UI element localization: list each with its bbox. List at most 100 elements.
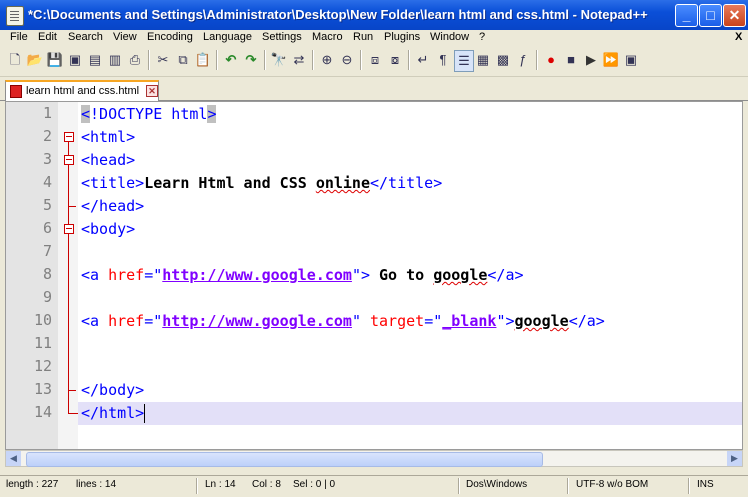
menu-encoding[interactable]: Encoding <box>147 31 193 43</box>
stop-macro-icon[interactable]: ■ <box>562 50 580 70</box>
link-text: Go to <box>370 266 434 284</box>
redo-icon[interactable]: ↷ <box>242 50 260 70</box>
horizontal-scrollbar[interactable]: ◀ ▶ <box>5 450 743 467</box>
record-macro-icon[interactable]: ● <box>542 50 560 70</box>
open-file-icon[interactable]: 📂 <box>26 50 44 70</box>
menu-macro[interactable]: Macro <box>312 31 343 43</box>
menu-run[interactable]: Run <box>353 31 373 43</box>
line-number-gutter: 1 2 3 4 5 6 7 8 9 10 11 12 13 14 <box>6 102 58 449</box>
attr-value-link[interactable]: http://www.google.com <box>162 312 352 330</box>
close-document-x[interactable]: X <box>735 31 742 43</box>
find-icon[interactable]: 🔭 <box>270 50 288 70</box>
menu-file[interactable]: File <box>10 31 28 43</box>
status-length: length : 227 <box>6 479 59 490</box>
save-icon[interactable]: 💾 <box>46 50 64 70</box>
line-number: 14 <box>33 403 52 421</box>
save-all-icon[interactable]: ▣ <box>66 50 84 70</box>
status-lines: lines : 14 <box>76 479 117 490</box>
attr-name: target <box>370 312 425 330</box>
line-number: 2 <box>42 127 52 145</box>
code-line-4: <title>Learn Html and CSS online</title> <box>81 172 442 195</box>
close-file-icon[interactable]: ▤ <box>86 50 104 70</box>
spellcheck-word: online <box>315 174 370 192</box>
copy-icon[interactable]: ⧉ <box>174 50 192 70</box>
toolbar-separator <box>312 50 314 70</box>
title-text: Learn Html and CSS <box>144 174 316 192</box>
tab-close-icon[interactable]: ✕ <box>146 85 158 97</box>
save-macro-icon[interactable]: ▣ <box>622 50 640 70</box>
attr-quote: "> <box>351 266 370 284</box>
zoom-in-icon[interactable]: ⊕ <box>318 50 336 70</box>
code-line-13: </body> <box>81 379 144 402</box>
play-macro-icon[interactable]: ▶ <box>582 50 600 70</box>
line-number: 7 <box>42 242 52 260</box>
fold-end-tick <box>68 390 76 391</box>
indent-guide-icon[interactable]: ☰ <box>454 50 474 72</box>
tag-text: <a <box>81 266 109 284</box>
show-all-chars-icon[interactable]: ¶ <box>434 50 452 70</box>
menu-settings[interactable]: Settings <box>262 31 302 43</box>
maximize-button[interactable]: □ <box>699 4 722 27</box>
code-line-5: </head> <box>81 195 144 218</box>
line-number: 10 <box>33 311 52 329</box>
status-eol: Dos\Windows <box>466 479 528 490</box>
editor-area[interactable]: 1 2 3 4 5 6 7 8 9 10 11 12 13 14 <!DOCTY… <box>5 101 743 450</box>
window-title: *C:\Documents and Settings\Administrator… <box>28 7 648 22</box>
notepadpp-window: *C:\Documents and Settings\Administrator… <box>0 0 748 497</box>
tag-text: </body> <box>81 381 145 399</box>
scroll-right-icon[interactable]: ▶ <box>727 451 742 466</box>
menu-help[interactable]: ? <box>479 31 485 43</box>
menu-plugins[interactable]: Plugins <box>384 31 420 43</box>
tab-learn-html-and-css[interactable]: learn html and css.html ✕ <box>5 80 159 101</box>
word-wrap-icon[interactable]: ↵ <box>414 50 432 70</box>
current-line-highlight <box>78 402 742 425</box>
new-file-icon[interactable]: 🗋 <box>6 50 24 70</box>
attr-name: href <box>108 312 145 330</box>
code-line-8: <a href="http://www.google.com"> Go to g… <box>81 264 524 287</box>
scroll-left-icon[interactable]: ◀ <box>6 451 21 466</box>
code-line-10: <a href="http://www.google.com" target="… <box>81 310 605 333</box>
attr-value-link[interactable]: http://www.google.com <box>162 266 352 284</box>
toolbar-separator <box>148 50 150 70</box>
cut-icon[interactable]: ✂ <box>154 50 172 70</box>
line-number: 9 <box>42 288 52 306</box>
minimize-button[interactable]: _ <box>675 4 698 27</box>
run-macro-multiple-icon[interactable]: ⏩ <box>602 50 620 70</box>
unsaved-file-icon <box>10 85 22 98</box>
status-separator <box>458 478 460 494</box>
print-icon[interactable]: ⎙ <box>126 50 144 70</box>
attr-quote: "> <box>496 312 515 330</box>
zoom-out-icon[interactable]: ⊖ <box>338 50 356 70</box>
doc-map-icon[interactable]: ▩ <box>494 50 512 70</box>
line-number: 4 <box>42 173 52 191</box>
replace-icon[interactable]: ⇄ <box>290 50 308 70</box>
menu-window[interactable]: Window <box>430 31 469 43</box>
spellcheck-word: google <box>514 312 569 330</box>
menu-edit[interactable]: Edit <box>38 31 57 43</box>
sync-vertical-icon[interactable]: ⧈ <box>366 50 384 70</box>
close-button[interactable]: ✕ <box>723 4 746 27</box>
close-all-icon[interactable]: ▥ <box>106 50 124 70</box>
scrollbar-thumb[interactable] <box>26 452 543 467</box>
status-ln: Ln : 14 <box>205 479 236 490</box>
fold-collapse-html-icon[interactable] <box>64 132 74 142</box>
menu-search[interactable]: Search <box>68 31 103 43</box>
user-language-icon[interactable]: ▦ <box>474 50 492 70</box>
toolbar: 🗋 📂 💾 ▣ ▤ ▥ ⎙ ✂ ⧉ 📋 ↶ ↷ 🔭 ⇄ ⊕ ⊖ ⧈ ⧇ ↵ ¶ … <box>0 46 748 77</box>
paste-icon[interactable]: 📋 <box>194 50 212 70</box>
menu-language[interactable]: Language <box>203 31 252 43</box>
fold-collapse-head-icon[interactable] <box>64 155 74 165</box>
undo-icon[interactable]: ↶ <box>222 50 240 70</box>
tag-text: <a <box>81 312 109 330</box>
sync-horizontal-icon[interactable]: ⧇ <box>386 50 404 70</box>
menu-view[interactable]: View <box>113 31 137 43</box>
title-bar[interactable]: *C:\Documents and Settings\Administrator… <box>0 0 748 30</box>
tag-text: <head> <box>81 151 136 169</box>
fold-collapse-body-icon[interactable] <box>64 224 74 234</box>
status-separator <box>196 478 198 494</box>
fold-guide-line <box>68 133 69 413</box>
tag-text: <title> <box>81 174 145 192</box>
toolbar-separator <box>264 50 266 70</box>
notepad-app-icon[interactable] <box>6 6 24 26</box>
function-list-icon[interactable]: ƒ <box>514 50 532 70</box>
